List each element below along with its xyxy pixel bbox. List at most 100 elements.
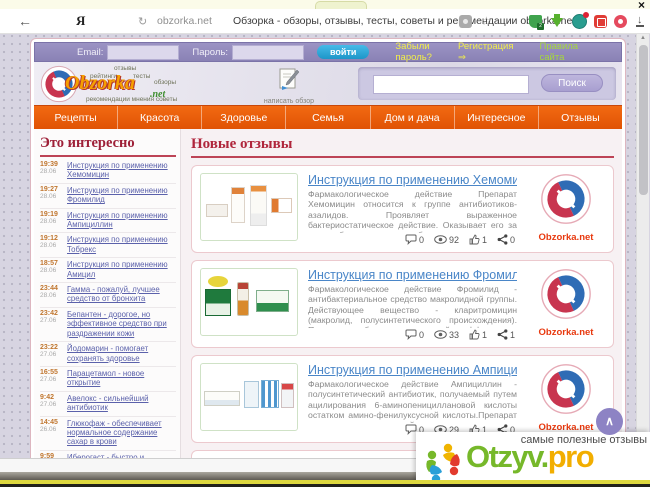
- adblock-shield-icon[interactable]: 2: [529, 14, 542, 28]
- otzyv-pro-logo[interactable]: Otzyv.pro: [466, 439, 593, 475]
- protect-icon[interactable]: [459, 9, 472, 33]
- email-field[interactable]: [107, 45, 179, 60]
- nav-item[interactable]: Дом и дача: [371, 106, 455, 129]
- main-nav: РецептыКрасота Здоровье СемьяДом и дача Инт…: [34, 105, 622, 129]
- item-time: 23:22: [40, 344, 63, 351]
- sidebar-article-link[interactable]: Инструкция по применению Ампициллин: [67, 211, 176, 230]
- review-source: Obzorka.net: [527, 268, 605, 340]
- logo-word-obzory: обзоры: [154, 79, 176, 86]
- refresh-icon[interactable]: ↻: [138, 9, 147, 33]
- window-close-button[interactable]: ×: [638, 0, 645, 12]
- comments-icon: [405, 329, 417, 340]
- review-title-link[interactable]: Инструкция по применению Ампициллин: [308, 363, 517, 377]
- nav-item-label: Здоровье: [220, 112, 267, 124]
- review-title-link[interactable]: Инструкция по применению Хемомицин: [308, 173, 517, 187]
- nav-item[interactable]: Отзывы: [539, 106, 622, 129]
- views-count: 92: [449, 235, 459, 245]
- sidebar-article-link[interactable]: Йодомарин - помогает сохранять здоровье: [67, 344, 176, 363]
- sidebar-list-item: 23:22 27.06 Йодомарин - помогает сохраня…: [40, 342, 176, 367]
- site-logo[interactable]: отзывы рейтинги тесты обзоры Obzorka .ne…: [38, 63, 253, 104]
- password-field[interactable]: [232, 45, 304, 60]
- yandex-logo-icon[interactable]: Я: [76, 9, 85, 33]
- review-card: Инструкция по применению Хемомицин Фарма…: [191, 165, 614, 253]
- download-icon[interactable]: ↓: [636, 9, 644, 33]
- item-time: 19:19: [40, 211, 63, 218]
- sidebar-list-item: 19:27 28.06 Инструкция по применению Фро…: [40, 184, 176, 209]
- shield-badge: 2: [537, 23, 544, 30]
- review-excerpt: Фармакологическое действие Препарат Хемо…: [308, 189, 517, 233]
- extension-red-icon[interactable]: [594, 14, 607, 28]
- sidebar-list-item: 14:45 26.06 Глюкофаж - обеспечивает норм…: [40, 417, 176, 451]
- logo-word-testy: тесты: [133, 73, 150, 80]
- item-date: 28.06: [40, 218, 63, 225]
- item-date: 26.06: [40, 426, 63, 433]
- nav-item[interactable]: Красота: [118, 106, 202, 129]
- source-link[interactable]: Obzorka.net: [527, 327, 605, 338]
- like-icon[interactable]: [469, 329, 480, 340]
- sidebar-title: Это интересно: [40, 135, 176, 157]
- password-label: Пароль:: [192, 47, 228, 58]
- search-button[interactable]: Поиск: [541, 74, 603, 92]
- sidebar-article-link[interactable]: Инструкция по применению Амицил: [67, 260, 176, 279]
- nav-item-label: Интересное: [467, 112, 525, 124]
- item-timestamp: 18:57 28.06: [40, 260, 63, 279]
- sidebar-article-link[interactable]: Парацетамол - новое открытие: [67, 369, 176, 388]
- scrollbar-thumb[interactable]: [639, 45, 648, 195]
- item-time: 19:12: [40, 235, 63, 242]
- address-bar-title[interactable]: Обзорка - обзоры, отзывы, тесты, советы …: [233, 9, 575, 33]
- review-title-link[interactable]: Инструкция по применению Фромилид: [308, 268, 517, 282]
- item-time: 23:44: [40, 285, 63, 292]
- save-arrow-icon[interactable]: [551, 14, 563, 28]
- forgot-password-link[interactable]: Забыли пароль?: [395, 41, 432, 63]
- review-thumbnail[interactable]: [200, 268, 298, 336]
- scroll-to-top-button[interactable]: ∧: [596, 408, 623, 435]
- share-icon[interactable]: [497, 234, 508, 245]
- source-link[interactable]: Obzorka.net: [527, 232, 605, 243]
- share-icon[interactable]: [497, 329, 508, 340]
- sidebar-article-link[interactable]: Инструкция по применению Хемомицин: [67, 161, 176, 180]
- login-button[interactable]: войти: [317, 45, 369, 59]
- nav-item[interactable]: Семья: [286, 106, 370, 129]
- sidebar-article-link[interactable]: Инструкция по применению Фромилид: [67, 186, 176, 205]
- write-review-label: написать обзор: [256, 98, 322, 105]
- sidebar-article-link[interactable]: Бепантен - дорогое, но эффективное средс…: [67, 310, 176, 338]
- review-thumbnail[interactable]: [200, 173, 298, 241]
- review-excerpt: Фармакологическое действие Фромилид - ан…: [308, 284, 517, 328]
- item-timestamp: 9:42 27.06: [40, 394, 63, 413]
- sidebar-list-item: 9:42 27.06 Авелокс - сильнейший антибиот…: [40, 392, 176, 417]
- extension-pink-icon[interactable]: [614, 14, 627, 28]
- scrollbar-up-arrow[interactable]: ▲: [637, 33, 649, 43]
- sidebar-list-item: 19:39 28.06 Инструкция по применению Хем…: [40, 159, 176, 184]
- sidebar-article-link[interactable]: Глюкофаж - обеспечивает нормальное содер…: [67, 419, 176, 447]
- bookmark-star-icon[interactable]: ☆: [481, 9, 492, 33]
- review-thumbnail[interactable]: [200, 363, 298, 431]
- item-date: 28.06: [40, 242, 63, 249]
- register-link[interactable]: Регистрация ⇒: [458, 41, 514, 63]
- item-date: 27.06: [40, 351, 63, 358]
- item-date: 27.06: [40, 401, 63, 408]
- site-rules-link[interactable]: Правила сайта: [540, 41, 579, 63]
- like-icon[interactable]: [469, 234, 480, 245]
- views-icon: [434, 235, 447, 244]
- search-input[interactable]: [373, 75, 529, 94]
- sidebar-article-link[interactable]: Авелокс - сильнейший антибиотик: [67, 394, 176, 413]
- back-icon[interactable]: ←: [18, 9, 32, 33]
- sidebar-article-link[interactable]: Гамма - пожалуй, лучшее средство от брон…: [67, 285, 176, 304]
- obzorka-swirl-icon: [540, 173, 592, 225]
- write-review-button[interactable]: написать обзор: [256, 66, 322, 105]
- item-date: 28.06: [40, 267, 63, 274]
- extension-circle-icon[interactable]: [572, 14, 587, 28]
- sidebar-list-item: 19:19 28.06 Инструкция по применению Амп…: [40, 209, 176, 234]
- item-timestamp: 19:12 28.06: [40, 235, 63, 254]
- sidebar-article-link[interactable]: Инструкция по применению Тобрекс: [67, 235, 176, 254]
- nav-item[interactable]: Интересное: [455, 106, 539, 129]
- address-bar-url[interactable]: obzorka.net: [157, 9, 212, 33]
- sidebar-list-item: 18:57 28.06 Инструкция по применению Ами…: [40, 258, 176, 283]
- login-bar: Email: Пароль: войти Забыли пароль? Реги…: [34, 42, 622, 62]
- nav-item[interactable]: Здоровье: [202, 106, 286, 129]
- nav-item[interactable]: Рецепты: [34, 106, 118, 129]
- logo-brand-text: Obzorka: [65, 72, 135, 95]
- review-stats: 0 33 1 1: [308, 329, 517, 340]
- shares-count: 0: [510, 235, 515, 245]
- scrollbar[interactable]: ▲: [636, 33, 649, 487]
